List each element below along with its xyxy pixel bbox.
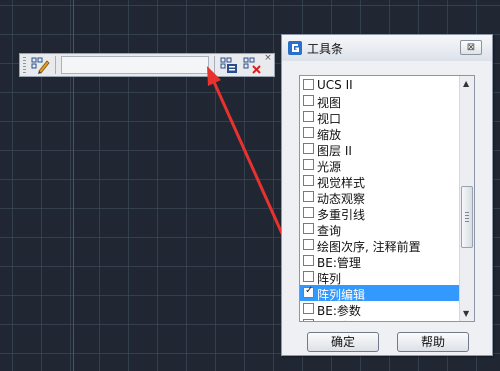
item-checkbox[interactable]	[303, 239, 314, 250]
list-item[interactable]: 阵列	[300, 269, 459, 286]
toolbar-separator	[55, 56, 56, 74]
item-checkbox[interactable]	[303, 159, 314, 170]
list-item[interactable]: BE:参数	[300, 301, 459, 318]
list-item[interactable]: 绘图次序, 注释前置	[300, 237, 459, 254]
list-item[interactable]: BE:管理	[300, 253, 459, 270]
help-button[interactable]: 帮助	[397, 332, 469, 352]
item-checkbox[interactable]	[303, 255, 314, 266]
item-checkbox[interactable]	[303, 319, 314, 321]
item-checkbox[interactable]	[303, 271, 314, 282]
list-item[interactable]: 多重引线	[300, 205, 459, 222]
toolbar-list[interactable]: UCS II 视图 视口 缩放 图层 II 光源 视觉样式 动态观察 多重引线 查询 绘图次序, 注…	[299, 75, 475, 322]
list-item[interactable]: 视口	[300, 109, 459, 126]
list-scrollbar[interactable]: ▲ ▼	[459, 76, 474, 321]
item-checkbox[interactable]	[303, 175, 314, 186]
scroll-up-icon[interactable]: ▲	[463, 79, 469, 88]
checkmark-icon: ✓	[305, 285, 314, 296]
item-label: UCS II	[317, 78, 353, 92]
list-item[interactable]: 视觉样式	[300, 173, 459, 190]
remove-from-array-icon[interactable]	[242, 56, 262, 74]
item-checkbox[interactable]	[303, 207, 314, 218]
toolbar-separator	[214, 56, 215, 74]
list-item[interactable]: 查询	[300, 221, 459, 238]
item-checkbox[interactable]	[303, 111, 314, 122]
list-item[interactable]: 动态观察	[300, 189, 459, 206]
edit-array-icon[interactable]	[30, 56, 50, 74]
item-checkbox[interactable]	[303, 127, 314, 138]
toolbar-grip-handle[interactable]	[23, 57, 26, 73]
toolbars-dialog: 工具条 ⊠ UCS II 视图 视口 缩放 图层 II 光源 视觉样式 动态观察 多重引线 查询绘…	[281, 34, 493, 356]
list-item[interactable]: UCS II	[300, 77, 459, 93]
item-label: BE:动作	[317, 318, 361, 321]
app-logo-icon	[288, 40, 302, 55]
scrollbar-grip-icon	[465, 212, 469, 222]
item-checkbox[interactable]	[303, 143, 314, 154]
list-item[interactable]: BE:动作	[300, 317, 459, 321]
array-edit-toolbar: ×	[19, 53, 275, 77]
array-source-icon[interactable]	[219, 56, 239, 74]
scrollbar-thumb[interactable]	[461, 186, 473, 248]
scroll-down-icon[interactable]: ▼	[463, 309, 469, 318]
dialog-title: 工具条	[307, 42, 344, 56]
item-checkbox[interactable]	[303, 191, 314, 202]
list-item[interactable]: 光源	[300, 157, 459, 174]
close-button[interactable]: ⊠	[460, 40, 482, 55]
item-checkbox[interactable]	[303, 223, 314, 234]
item-checkbox[interactable]	[303, 303, 314, 314]
item-checkbox[interactable]	[303, 79, 314, 90]
list-item[interactable]: 视图	[300, 93, 459, 110]
ok-button[interactable]: 确定	[307, 332, 379, 352]
toolbar-close-icon[interactable]: ×	[263, 53, 273, 63]
dialog-titlebar[interactable]: 工具条 ⊠	[282, 35, 492, 61]
toolbar-list-items: UCS II 视图 视口 缩放 图层 II 光源 视觉样式 动态观察 多重引线 查询 绘图次序, 注…	[300, 76, 459, 321]
list-item[interactable]: 缩放	[300, 125, 459, 142]
item-checkbox[interactable]	[303, 95, 314, 106]
toolbar-text-field[interactable]	[61, 56, 209, 74]
list-item[interactable]: 图层 II	[300, 141, 459, 158]
list-item[interactable]: ✓ 阵列编辑	[300, 285, 459, 302]
item-checkbox[interactable]: ✓	[303, 285, 314, 298]
